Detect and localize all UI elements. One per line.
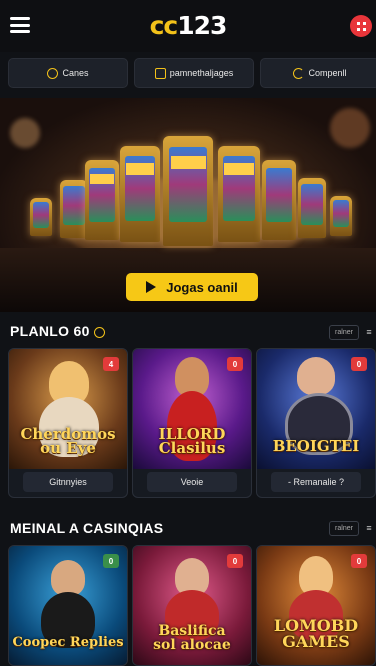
slot-machine-image — [60, 180, 88, 238]
section-title: PLANLO 60 — [10, 323, 105, 339]
game-card[interactable]: 4 Cherdomos ou Eye Gitnnyies — [8, 348, 128, 498]
coin-icon — [93, 326, 105, 338]
game-badge: 0 — [351, 554, 367, 568]
moon-icon — [293, 67, 305, 79]
slot-machine-image — [262, 160, 296, 240]
see-more-button[interactable]: ralner — [329, 521, 359, 536]
game-title: Coopec Replies — [12, 635, 124, 650]
game-badge: 4 — [103, 357, 119, 371]
game-title: ILLORD Clasilus — [158, 425, 226, 457]
section-title-text: MEINAL A CASINQIAS — [10, 520, 164, 536]
play-icon — [146, 281, 157, 293]
tab-campaign[interactable]: Compenll — [260, 58, 376, 88]
slot-machine-image — [298, 178, 326, 238]
game-title: Baslifica sol alocae — [153, 623, 231, 653]
game-card[interactable]: 0 BEOIGTEI - Remanalie ? — [256, 348, 376, 498]
tab-games[interactable]: Canes — [8, 58, 128, 88]
slot-machine-image — [120, 146, 160, 242]
tab-promotions[interactable]: pamnethaljages — [134, 58, 254, 88]
game-badge: 0 — [227, 554, 243, 568]
game-title: LOMOBD GAMES — [273, 616, 359, 651]
gift-icon — [154, 67, 166, 79]
game-label: Veoie — [147, 472, 237, 492]
game-badge: 0 — [227, 357, 243, 371]
slot-machine-image — [163, 136, 213, 246]
game-card[interactable]: 0 Baslifica sol alocae — [132, 545, 252, 666]
game-card[interactable]: 0 LOMOBD GAMES — [256, 545, 376, 666]
game-label: Gitnnyies — [23, 472, 113, 492]
tab-label: Compenll — [308, 68, 347, 78]
slot-machine-image — [330, 196, 352, 236]
logo-part-1: cc — [149, 11, 179, 40]
tab-label: pamnethaljages — [169, 68, 234, 78]
game-card[interactable]: 0 Coopec Replies — [8, 545, 128, 666]
game-title: BEOIGTEI — [272, 437, 360, 455]
slot-machine-image — [218, 146, 260, 242]
play-now-button[interactable]: Jogas oanil — [126, 273, 258, 301]
user-menu-icon[interactable] — [350, 15, 372, 37]
section-title: MEINAL A CASINQIAS — [10, 520, 163, 536]
game-label: - Remanalie ? — [271, 472, 361, 492]
game-card[interactable]: 0 ILLORD Clasilus Veoie — [132, 348, 252, 498]
see-more-button[interactable]: ralner — [329, 325, 359, 340]
slot-machine-image — [30, 198, 52, 236]
section-title-text: PLANLO 60 — [10, 323, 90, 339]
slot-machine-image — [85, 160, 119, 240]
grid-icon[interactable]: ≡ — [364, 521, 374, 534]
header: cc123 — [0, 0, 376, 52]
category-tabs: Canes pamnethaljages Compenll — [8, 58, 376, 88]
logo[interactable]: cc123 — [0, 11, 376, 40]
logo-part-2: 123 — [177, 11, 227, 40]
game-badge: 0 — [103, 554, 119, 568]
grid-icon[interactable]: ≡ — [364, 325, 374, 338]
tab-label: Canes — [62, 68, 89, 78]
clock-icon — [47, 67, 59, 79]
play-now-label: Jogas oanil — [166, 279, 238, 295]
game-title: Cherdomos ou Eye — [20, 425, 116, 457]
game-badge: 0 — [351, 357, 367, 371]
